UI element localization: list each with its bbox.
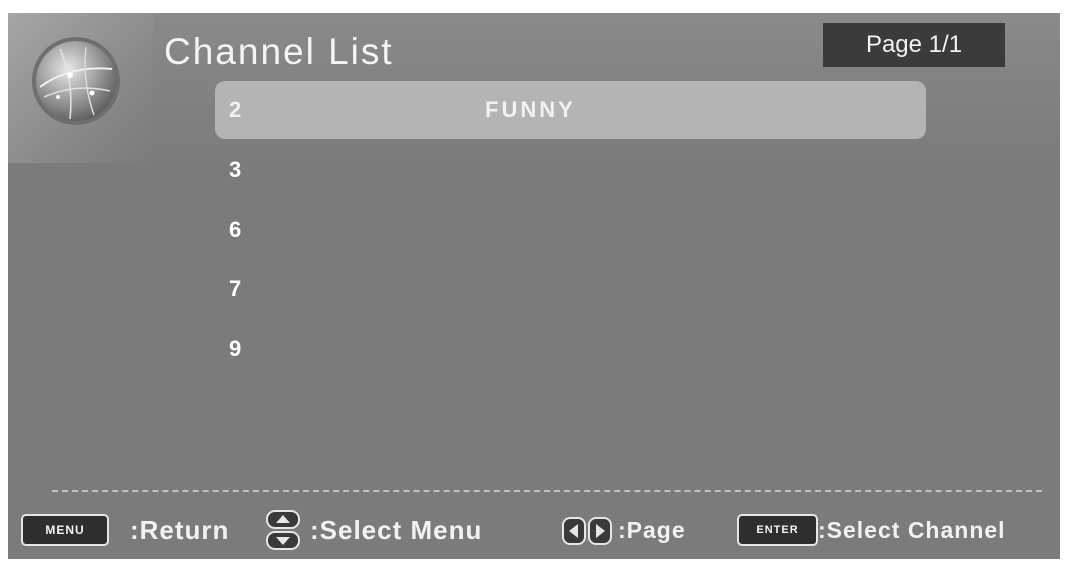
footer-hints: MENU :Return :Select Menu :Page ENTER :S…: [8, 508, 1060, 552]
channel-row[interactable]: 6: [215, 201, 926, 259]
enter-key[interactable]: ENTER: [737, 514, 818, 546]
channel-row[interactable]: 9: [215, 320, 926, 378]
menu-key[interactable]: MENU: [21, 514, 109, 546]
tv-screen: Channel List Page 1/1 2 FUNNY 3 6 7 9 ME…: [8, 13, 1060, 559]
updown-hint: :Select Menu: [310, 515, 483, 545]
logo-panel: [8, 13, 153, 163]
enter-hint: :Select Channel: [818, 517, 1006, 543]
channel-number: 3: [229, 157, 242, 182]
globe-logo-icon: [32, 37, 120, 125]
channel-number: 9: [229, 336, 242, 361]
up-down-arrows-icon: [266, 510, 300, 550]
channel-number: 2: [229, 97, 242, 122]
channel-row-selected[interactable]: 2 FUNNY: [215, 81, 926, 139]
page-title: Channel List: [164, 31, 394, 72]
channel-number: 7: [229, 276, 242, 301]
channel-row[interactable]: 3: [215, 141, 926, 199]
page-hint: :Page: [618, 517, 686, 543]
footer-divider: [52, 490, 1042, 492]
channel-number: 6: [229, 217, 242, 242]
page-indicator: Page 1/1: [823, 23, 1005, 67]
channel-row[interactable]: 7: [215, 260, 926, 318]
menu-hint: :Return: [130, 515, 230, 545]
left-right-arrows-icon: [562, 517, 612, 545]
channel-name: FUNNY: [485, 97, 576, 122]
